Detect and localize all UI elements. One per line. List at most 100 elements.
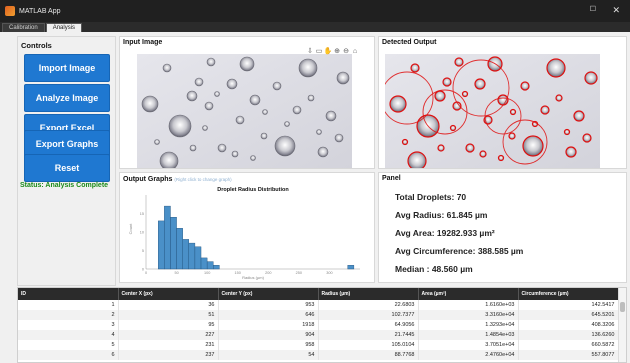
table-cell: 3.7051e+04 [418, 340, 519, 350]
save-icon[interactable]: ⇩ [306, 48, 314, 56]
table-cell: 64.9056 [318, 320, 419, 330]
table-cell: 646 [218, 310, 319, 320]
droplet-image [137, 54, 352, 168]
pan-icon[interactable]: ✋ [324, 48, 333, 56]
table-cell: 21.7445 [318, 330, 419, 340]
maximize-button[interactable]: ☐ [590, 5, 596, 15]
table-cell: 5 [18, 340, 119, 350]
table-cell: 51 [118, 310, 219, 320]
table-cell: 136.6260 [518, 330, 619, 340]
table-row[interactable]: 5 231 958 105.0104 3.7051e+04 660.5872 [18, 340, 619, 350]
x-tick-label: 300 [326, 271, 332, 275]
table-row[interactable]: 3 95 1918 64.9056 1.3293e+04 408.3206 [18, 320, 619, 330]
stat-total-droplets: Total Droplets: 70 [395, 192, 467, 202]
y-tick-label: 10 [140, 230, 144, 234]
detected-output-panel: Detected Output [378, 36, 627, 169]
histogram-bar[interactable] [194, 246, 202, 270]
histogram-bar[interactable] [206, 261, 214, 270]
histogram-bar[interactable] [176, 228, 183, 270]
column-header-area[interactable]: Area (µm²) [418, 288, 519, 300]
table-cell: 660.5872 [518, 340, 619, 350]
table-row[interactable]: 2 51 646 102.7377 3.3160e+04 645.5201 [18, 310, 619, 320]
reset-button[interactable]: Reset [24, 154, 110, 182]
table-cell: 958 [218, 340, 319, 350]
x-tick-label: 50 [174, 271, 178, 275]
table-row[interactable]: 4 227 904 21.7445 1.4854e+03 136.6260 [18, 330, 619, 340]
table-cell: 904 [218, 330, 319, 340]
input-image-title: Input Image [123, 39, 163, 46]
data-tip-icon[interactable]: ▭ [315, 48, 323, 56]
table-cell: 227 [118, 330, 219, 340]
table-cell: 237 [118, 350, 219, 360]
axes-toolbar: ⇩ ▭ ✋ ⊕ ⊖ ⌂ [306, 48, 359, 56]
table-row[interactable]: 6 237 54 88.7768 2.4760e+04 557.8077 [18, 350, 619, 360]
x-tick-label: 200 [265, 271, 271, 275]
stat-avg-area: Avg Area: 19282.933 µm² [395, 228, 495, 238]
stat-median: Median : 48.560 µm [395, 264, 473, 274]
y-axis-label: Count [128, 223, 133, 235]
table-scrollbar[interactable] [618, 288, 626, 362]
title-bar: MATLAB App ☐ ✕ [0, 0, 630, 22]
output-graphs-panel: Output Graphs (Right click to change grap… [119, 172, 375, 283]
table-row[interactable]: 1 36 953 22.6803 1.6160e+03 142.5417 [18, 300, 619, 310]
table-cell: 1.4854e+03 [418, 330, 519, 340]
histogram-bar[interactable] [213, 265, 220, 270]
stats-panel-title: Panel [382, 175, 401, 182]
chart-title: Droplet Radius Distribution [217, 187, 289, 193]
import-image-button[interactable]: Import Image [24, 54, 110, 82]
table-cell: 1918 [218, 320, 319, 330]
histogram-bar[interactable] [158, 220, 165, 270]
stat-avg-circumference: Avg Circumference: 388.585 µm [395, 246, 524, 256]
y-tick-label: 0 [142, 267, 144, 271]
close-button[interactable]: ✕ [612, 5, 620, 15]
y-tick-label: 15 [140, 212, 144, 216]
controls-panel: Controls Import Image Analyze Image Expo… [17, 36, 116, 286]
histogram-bar[interactable] [347, 265, 355, 270]
table-cell: 1.3293e+04 [418, 320, 519, 330]
input-image[interactable] [137, 54, 352, 168]
column-header-circumference[interactable]: Circumference (µm) [518, 288, 619, 300]
x-tick-label: 250 [296, 271, 302, 275]
column-header-center-y[interactable]: Center Y (px) [218, 288, 319, 300]
detected-image[interactable] [385, 54, 600, 168]
input-image-panel: Input Image ⇩ ▭ ✋ ⊕ ⊖ ⌂ [119, 36, 375, 169]
droplet-table[interactable]: ID Center X (px) Center Y (px) Radius (µ… [17, 287, 627, 363]
results-table: ID Center X (px) Center Y (px) Radius (µ… [18, 288, 619, 360]
table-cell: 231 [118, 340, 219, 350]
table-scroll-thumb[interactable] [620, 302, 625, 312]
column-header-radius[interactable]: Radius (µm) [318, 288, 419, 300]
tab-calibration[interactable]: Calibration [2, 23, 45, 32]
output-graphs-hint: (Right click to change graph) [174, 177, 232, 182]
home-icon[interactable]: ⌂ [351, 48, 359, 56]
table-cell: 88.7768 [318, 350, 419, 360]
stat-avg-radius: Avg Radius: 61.845 µm [395, 210, 488, 220]
column-header-center-x[interactable]: Center X (px) [118, 288, 219, 300]
histogram-bar[interactable] [182, 239, 190, 270]
histogram-bar[interactable] [200, 257, 208, 270]
table-cell: 3.3160e+04 [418, 310, 519, 320]
status-text: Status: Analysis Complete [20, 182, 109, 189]
table-cell: 54 [218, 350, 319, 360]
table-cell: 22.6803 [318, 300, 419, 310]
zoom-in-icon[interactable]: ⊕ [333, 48, 341, 56]
table-cell: 36 [118, 300, 219, 310]
analyze-image-button[interactable]: Analyze Image [24, 84, 110, 112]
histogram-bar[interactable] [170, 217, 177, 270]
stats-panel: Panel Total Droplets: 70 Avg Radius: 61.… [378, 172, 627, 283]
table-cell: 557.8077 [518, 350, 619, 360]
zoom-out-icon[interactable]: ⊖ [342, 48, 350, 56]
tab-analysis[interactable]: Analysis [45, 23, 83, 32]
table-cell: 102.7377 [318, 310, 419, 320]
histogram-bar[interactable] [188, 242, 196, 270]
table-cell: 2.4760e+04 [418, 350, 519, 360]
column-header-id[interactable]: ID [18, 288, 119, 300]
histogram-bar[interactable] [164, 205, 171, 270]
app-window: MATLAB App ☐ ✕ Calibration Analysis Cont… [0, 0, 630, 363]
radius-histogram[interactable]: Droplet Radius Distribution Count Radius… [128, 185, 368, 281]
detected-output-title: Detected Output [382, 39, 437, 46]
matlab-logo-icon [5, 6, 15, 16]
x-tick-label: 0 [145, 271, 147, 275]
table-cell: 1 [18, 300, 119, 310]
table-cell: 95 [118, 320, 219, 330]
table-cell: 408.3206 [518, 320, 619, 330]
